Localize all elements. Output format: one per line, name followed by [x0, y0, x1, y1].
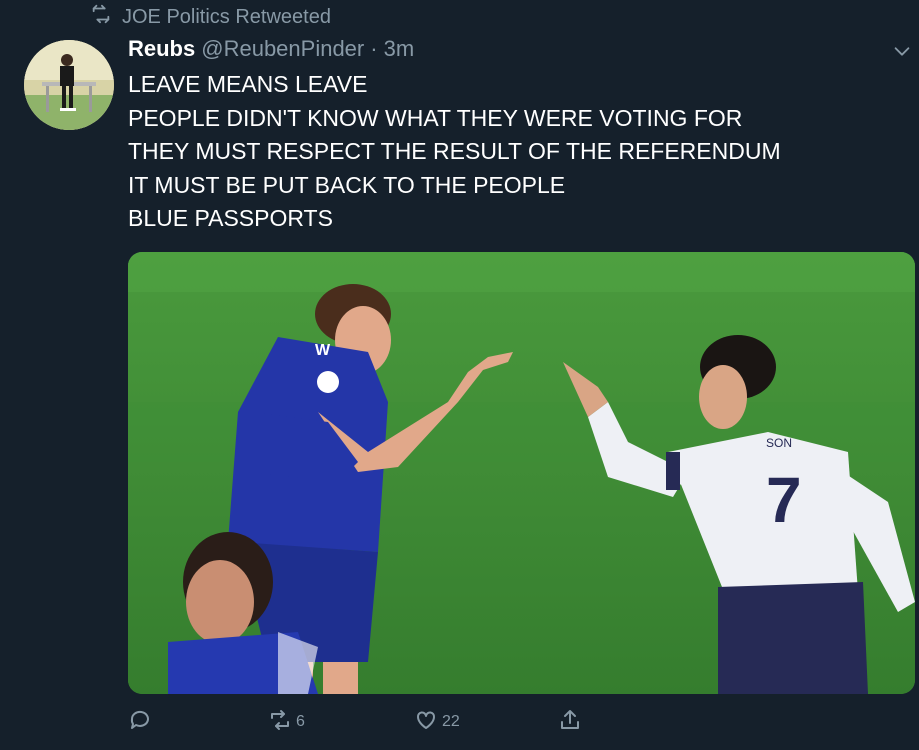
tweet-header: Reubs @ReubenPinder · 3m [128, 36, 414, 66]
tweet-line: PEOPLE DIDN'T KNOW WHAT THEY WERE VOTING… [128, 104, 743, 131]
share-button[interactable] [558, 706, 582, 738]
retweet-button[interactable]: 6 [268, 706, 305, 738]
like-count: 22 [442, 713, 460, 730]
tweet-line: THEY MUST RESPECT THE RESULT OF THE REFE… [128, 138, 781, 164]
tweet-media-image[interactable]: W 7 SON [128, 252, 915, 694]
like-icon [414, 708, 438, 737]
retweet-count: 6 [296, 713, 305, 730]
reply-button[interactable] [128, 706, 156, 738]
right-shirt-number: 7 [766, 464, 802, 536]
retweeted-by-row[interactable]: JOE Politics Retweeted [90, 4, 331, 30]
tweet-line: BLUE PASSPORTS [128, 205, 333, 231]
like-button[interactable]: 22 [414, 706, 460, 738]
avatar[interactable] [24, 40, 114, 130]
tweet-text: LEAVE MEANS LEAVE PEOPLE DIDN'T KNOW WHA… [128, 68, 888, 236]
retweet-icon [268, 708, 292, 737]
chevron-down-icon[interactable] [891, 40, 913, 62]
reply-icon [128, 708, 152, 737]
timestamp[interactable]: 3m [384, 36, 415, 62]
display-name[interactable]: Reubs [128, 36, 195, 62]
separator: · [370, 36, 378, 61]
left-shirt-badge: W [315, 342, 331, 359]
retweeted-by-label: JOE Politics Retweeted [122, 5, 331, 28]
right-shirt-name: SON [766, 436, 792, 450]
tweet-actions: 6 22 [128, 706, 915, 738]
share-icon [558, 708, 582, 737]
user-handle[interactable]: @ReubenPinder [201, 36, 364, 62]
retweet-icon [90, 3, 112, 31]
tweet-line: LEAVE MEANS LEAVE [128, 71, 368, 97]
tweet-line: IT MUST BE PUT BACK TO THE PEOPLE [128, 171, 566, 198]
